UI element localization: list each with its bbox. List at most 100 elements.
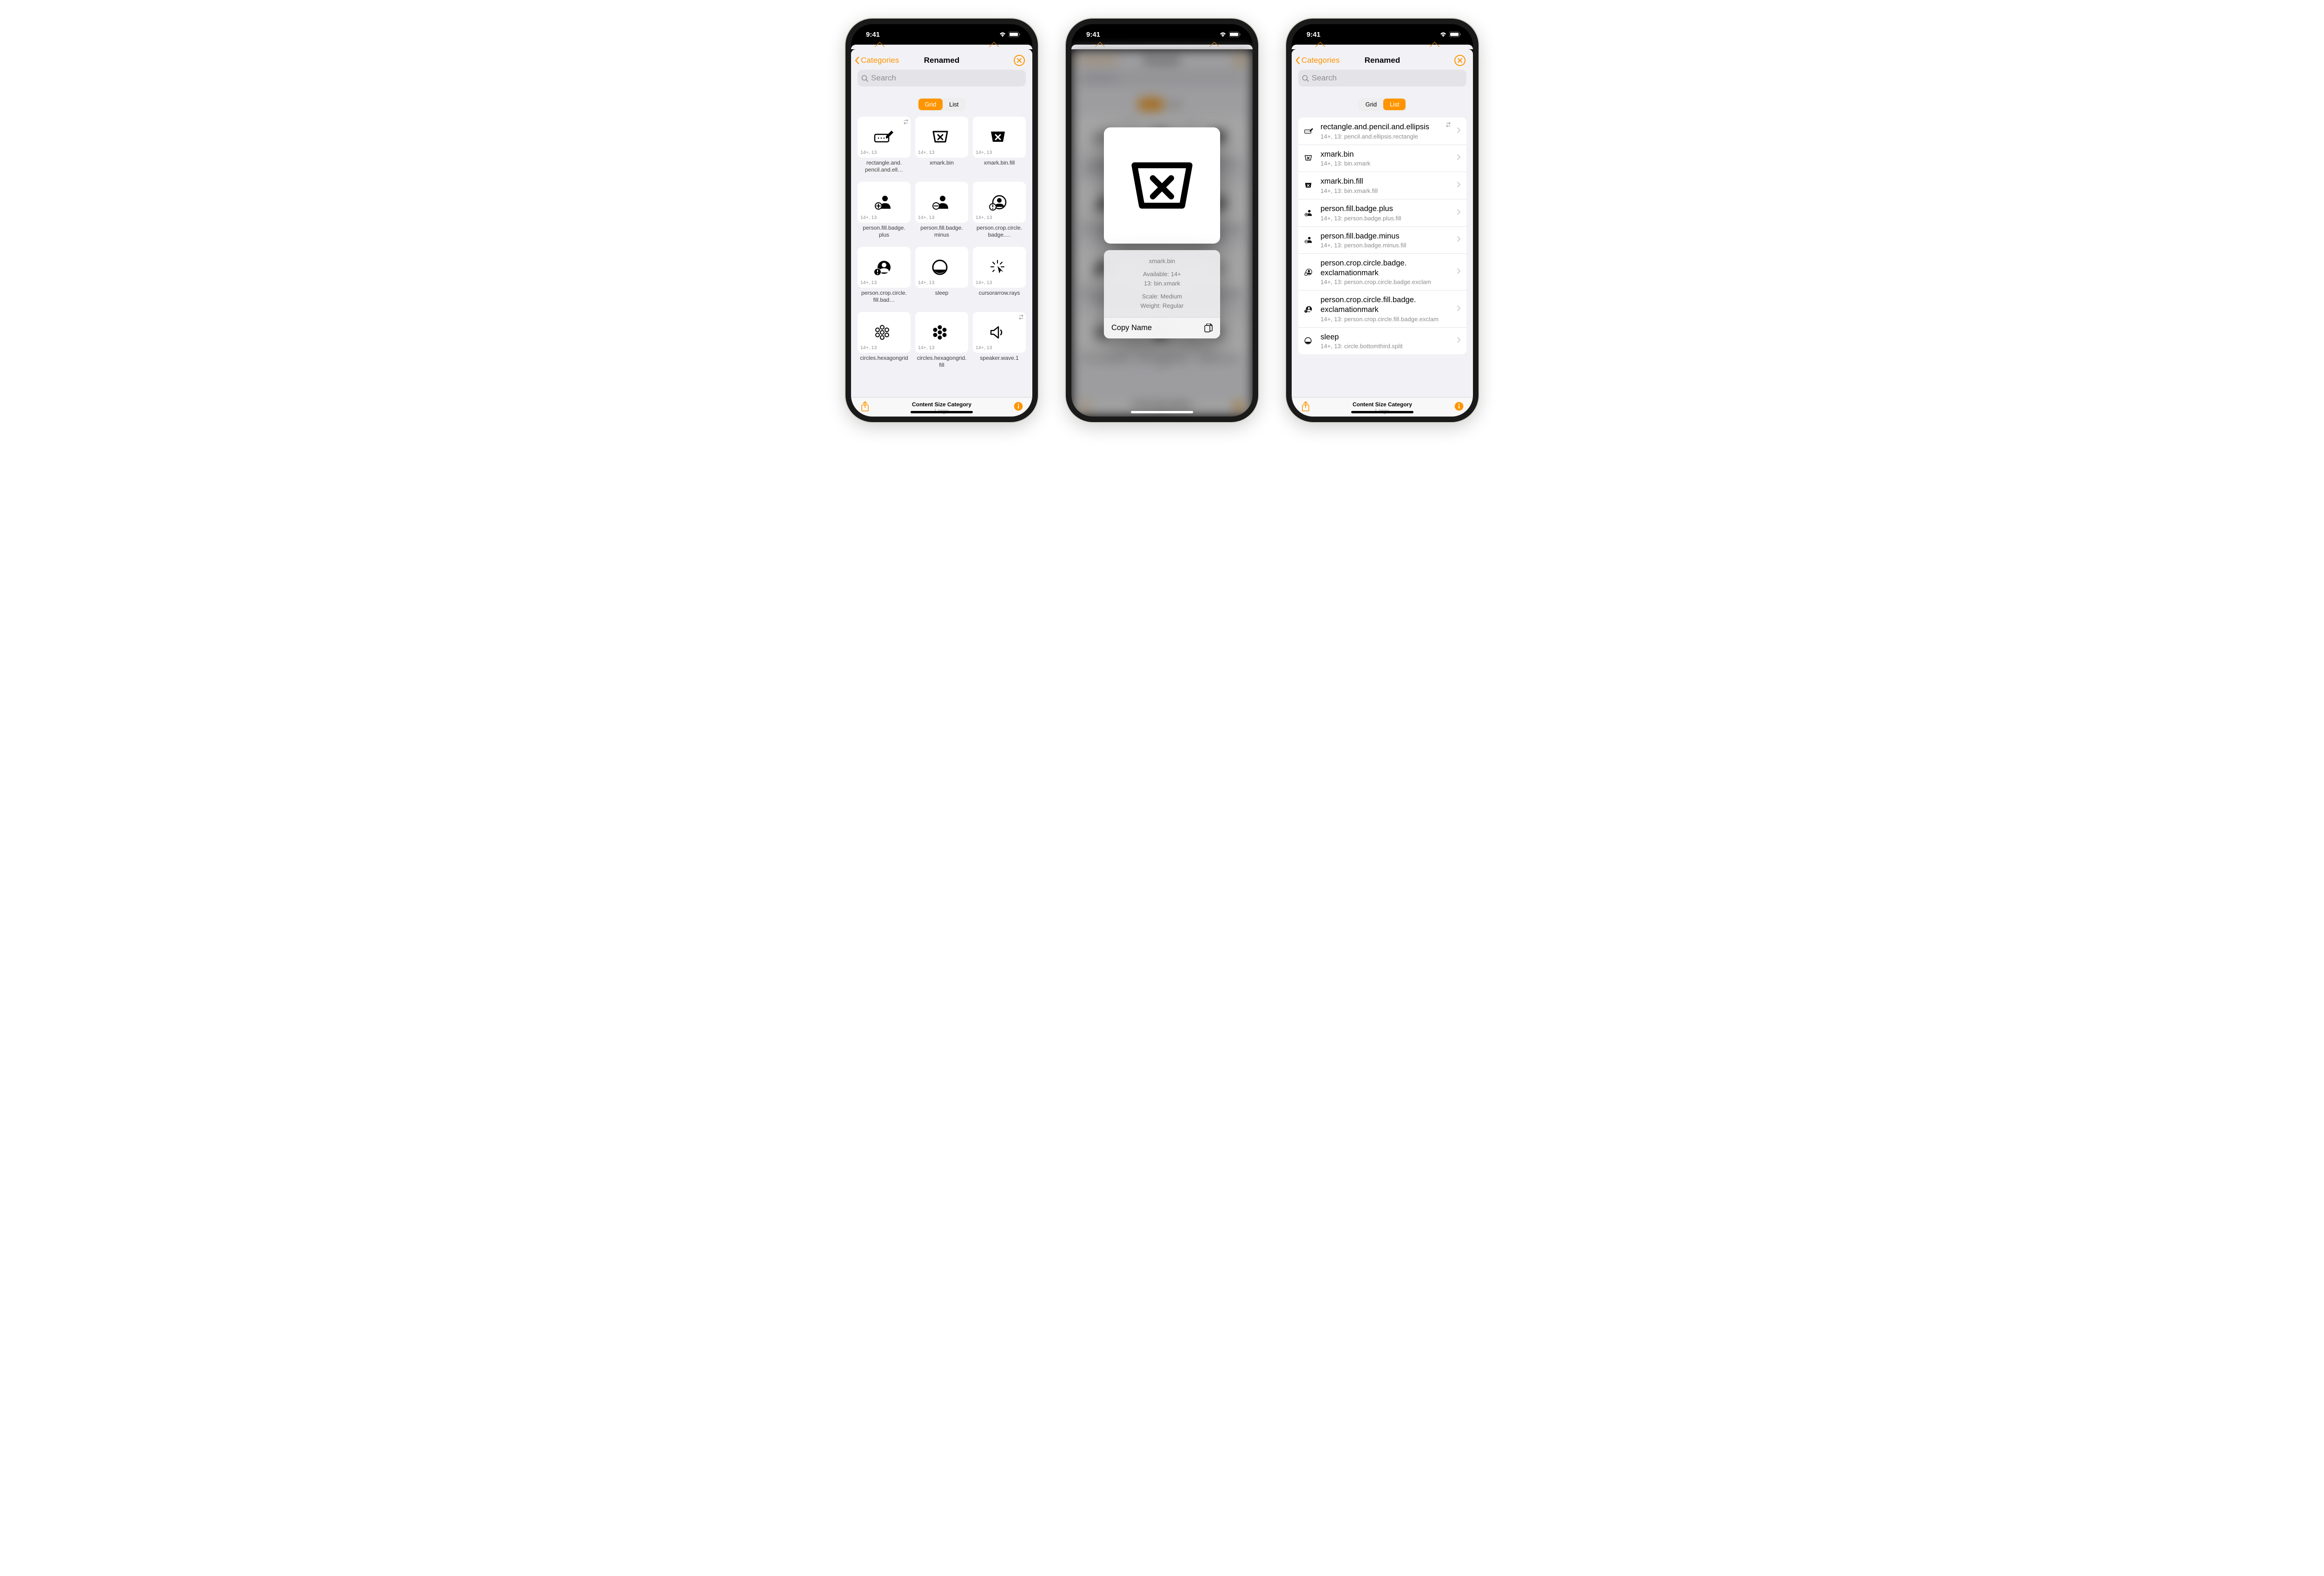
close-button[interactable] <box>1453 54 1466 67</box>
doc-on-doc-icon <box>1204 324 1213 332</box>
grid-cell[interactable]: 14+, 13cursorarrow.rays <box>973 247 1026 307</box>
symbol-icon <box>931 259 952 276</box>
back-button[interactable]: Categories <box>855 56 899 65</box>
grid-cell[interactable]: 14+, 13 person.fill.badge.plus <box>858 182 911 242</box>
segment-list[interactable]: List <box>1383 99 1406 110</box>
home-indicator[interactable] <box>1351 411 1413 413</box>
symbol-icon <box>989 194 1010 211</box>
swap-icon <box>1019 314 1023 322</box>
context-weight: Weight: Regular <box>1109 301 1215 311</box>
toolbar: Content Size Category Large <box>1292 397 1473 417</box>
segment-list[interactable]: List <box>943 99 965 110</box>
share-button[interactable] <box>1301 401 1310 414</box>
segment-grid[interactable]: Grid <box>918 99 943 110</box>
grid-cell[interactable]: 14+, 13person.crop.circle.badge.… <box>973 182 1026 242</box>
symbol-icon <box>1304 337 1314 345</box>
symbol-icon <box>989 324 1010 341</box>
grid-cell[interactable]: 14+, 13xmark.bin.fill <box>973 117 1026 177</box>
home-indicator[interactable] <box>911 411 973 413</box>
search-input[interactable]: Search <box>1298 70 1466 86</box>
segment-grid[interactable]: Grid <box>1359 99 1384 110</box>
list-row[interactable]: xmark.bin.fill14+, 13: bin.xmark.fill <box>1298 172 1466 199</box>
grid-cell[interactable]: 14+, 13circles.hexagongrid <box>858 312 911 372</box>
list-row[interactable]: xmark.bin14+, 13: bin.xmark <box>1298 145 1466 172</box>
info-button[interactable] <box>1454 402 1464 413</box>
symbol-name: person.fill.badge.plus <box>1320 204 1450 214</box>
chevron-right-icon <box>1457 268 1461 276</box>
symbol-icon <box>989 259 1010 276</box>
share-button[interactable] <box>860 401 870 414</box>
close-icon <box>1014 55 1025 66</box>
nav-bar: Categories Renamed <box>1292 49 1473 70</box>
symbol-icon <box>874 129 894 146</box>
symbol-name: xmark.bin <box>1320 150 1450 159</box>
chevron-right-icon <box>1457 209 1461 217</box>
back-button[interactable]: Categories <box>1295 56 1340 65</box>
wifi-icon <box>1220 32 1226 37</box>
symbol-tile: 14+, 13 <box>858 117 911 158</box>
version-badge: 14+, 13 <box>918 345 934 351</box>
symbol-tile: 14+, 13 <box>973 117 1026 158</box>
battery-icon <box>1009 32 1020 37</box>
notch <box>1340 24 1424 37</box>
symbol-tile: 14+, 13 <box>915 312 968 353</box>
list-row[interactable]: rectangle.and.pencil.and.ellipsis14+, 13… <box>1298 118 1466 145</box>
symbol-icon <box>1304 209 1314 217</box>
home-indicator[interactable] <box>1131 411 1193 413</box>
chevron-right-icon <box>1457 181 1461 190</box>
search-icon <box>861 75 868 82</box>
xmark-bin-icon <box>1127 151 1197 220</box>
symbol-sub: 14+, 13: pencil.and.ellipsis.rectangle <box>1320 133 1450 140</box>
swap-icon <box>904 119 908 127</box>
symbol-name: person.crop.circle.fill.badge.exclamatio… <box>1320 295 1450 314</box>
symbol-sub: 14+, 13: person.badge.plus.fill <box>1320 215 1450 222</box>
list-row[interactable]: sleep14+, 13: circle.bottomthird.split <box>1298 328 1466 355</box>
wifi-icon <box>1440 32 1446 37</box>
list-row[interactable]: person.fill.badge.plus14+, 13: person.ba… <box>1298 199 1466 227</box>
grid-cell[interactable]: 14+, 13sleep <box>915 247 968 307</box>
size-category-label: Content Size Category <box>851 401 1032 408</box>
grid-cell[interactable]: 14+, 13 xmark.bin <box>915 117 968 177</box>
grid-cell[interactable]: 14+, 13person.fill.badge.minus <box>915 182 968 242</box>
symbol-label: xmark.bin <box>915 158 968 175</box>
version-badge: 14+, 13 <box>918 150 934 155</box>
symbol-sub: 14+, 13: bin.xmark <box>1320 160 1450 167</box>
symbol-label: person.fill.badge.minus <box>915 223 968 242</box>
notch <box>900 24 984 37</box>
version-badge: 14+, 13 <box>860 215 877 220</box>
symbol-label: person.crop.circle.badge.… <box>973 223 1026 242</box>
chevron-right-icon <box>1457 154 1461 162</box>
view-segmented[interactable]: Grid List <box>918 98 966 111</box>
context-card: xmark.bin Available: 14+ 13: bin.xmark S… <box>1104 250 1220 339</box>
symbol-tile: 14+, 13 <box>858 182 911 223</box>
context-symbol-name: xmark.bin <box>1109 257 1215 266</box>
symbol-sub: 14+, 13: person.crop.circle.fill.badge.e… <box>1320 316 1450 323</box>
grid-cell[interactable]: 14+, 13person.crop.circle.fill.bad… <box>858 247 911 307</box>
context-overlay[interactable]: xmark.bin Available: 14+ 13: bin.xmark S… <box>1071 49 1253 417</box>
symbol-tile: 14+, 13 <box>973 247 1026 288</box>
symbol-label: rectangle.and.pencil.and.ell… <box>858 158 911 177</box>
status-time: 9:41 <box>1307 31 1320 39</box>
copy-name-button[interactable]: Copy Name <box>1104 317 1220 338</box>
info-button[interactable] <box>1014 402 1023 413</box>
close-button[interactable] <box>1013 54 1026 67</box>
grid-cell[interactable]: 14+, 13speaker.wave.1 <box>973 312 1026 372</box>
symbol-icon <box>1304 236 1314 244</box>
version-badge: 14+, 13 <box>918 280 934 285</box>
symbol-sub: 14+, 13: person.badge.minus.fill <box>1320 242 1450 249</box>
list-row[interactable]: person.crop.circle.badge.exclamationmark… <box>1298 254 1466 291</box>
context-legacy: 13: bin.xmark <box>1109 279 1215 288</box>
symbol-name: sleep <box>1320 332 1450 342</box>
list-row[interactable]: person.crop.circle.fill.badge.exclamatio… <box>1298 291 1466 327</box>
chevron-back-icon <box>1295 57 1301 65</box>
view-segmented[interactable]: Grid List <box>1358 98 1407 111</box>
symbol-label: person.fill.badge.plus <box>858 223 911 242</box>
grid-cell[interactable]: 14+, 13rectangle.and.pencil.and.ell… <box>858 117 911 177</box>
grid-cell[interactable]: 14+, 13circles.hexagongrid.fill <box>915 312 968 372</box>
list-row[interactable]: person.fill.badge.minus14+, 13: person.b… <box>1298 227 1466 254</box>
search-input[interactable]: Search <box>858 70 1026 86</box>
symbol-label: person.crop.circle.fill.bad… <box>858 288 911 307</box>
chevron-right-icon <box>1457 236 1461 244</box>
symbol-icon <box>931 194 952 211</box>
symbol-icon <box>874 194 894 211</box>
